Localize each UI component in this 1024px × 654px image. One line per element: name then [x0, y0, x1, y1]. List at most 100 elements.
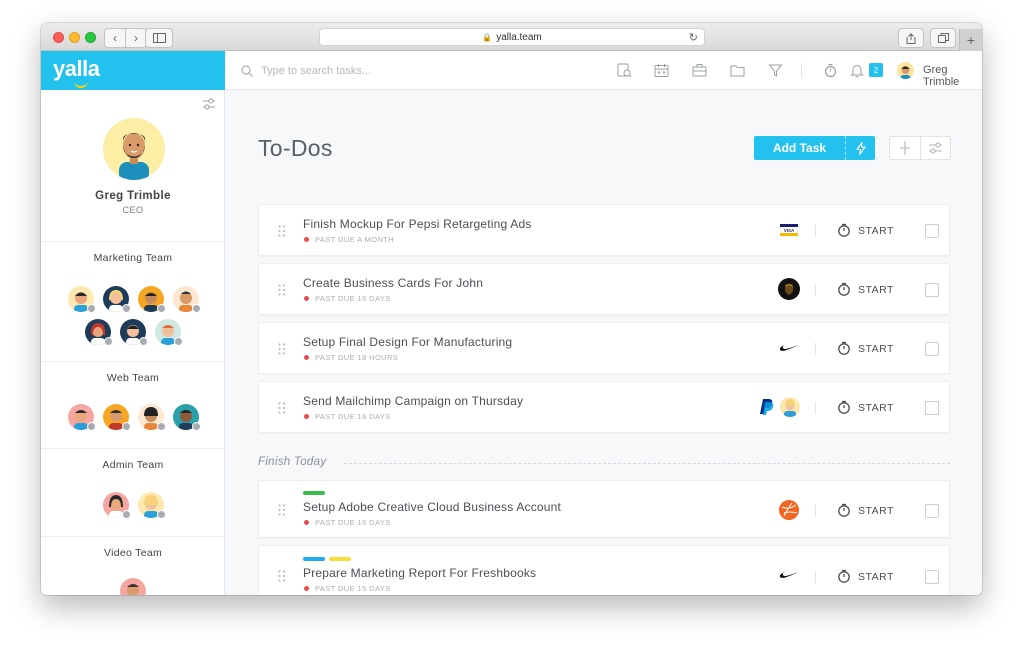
briefcase-icon[interactable]	[692, 63, 707, 83]
start-timer-button[interactable]: START	[858, 571, 894, 583]
start-timer-button[interactable]: START	[858, 505, 894, 517]
member-avatar[interactable]	[155, 319, 183, 346]
task-row[interactable]: Send Mailchimp Campaign on Thursday PAST…	[258, 381, 950, 433]
task-title[interactable]: Create Business Cards For John	[303, 276, 483, 290]
team-admin: Admin Team	[41, 448, 225, 537]
due-text: PAST DUE A MONTH	[315, 235, 395, 244]
lightning-icon[interactable]	[847, 141, 875, 155]
member-avatar[interactable]	[173, 404, 201, 431]
task-checkbox[interactable]	[925, 342, 939, 356]
member-avatar[interactable]	[103, 286, 131, 313]
team-name[interactable]: Marketing Team	[41, 252, 225, 264]
task-checkbox[interactable]	[925, 504, 939, 518]
bell-icon[interactable]	[849, 63, 865, 83]
overdue-dot-icon	[304, 520, 309, 525]
tag-green[interactable]	[303, 491, 325, 495]
sidebar-toggle-icon[interactable]	[145, 28, 173, 48]
task-row[interactable]: Create Business Cards For John PAST DUE …	[258, 263, 950, 315]
task-title[interactable]: Prepare Marketing Report For Freshbooks	[303, 566, 536, 580]
task-title[interactable]: Setup Final Design For Manufacturing	[303, 335, 512, 349]
member-avatar[interactable]	[120, 319, 148, 346]
assignee-avatar[interactable]	[780, 397, 800, 417]
search-input[interactable]	[259, 61, 463, 81]
tabs-overview-icon[interactable]	[930, 28, 956, 48]
member-avatar[interactable]	[103, 404, 131, 431]
drag-handle-icon[interactable]	[278, 343, 286, 355]
browser-titlebar: ‹ › 🔒 yalla.team ↻ +	[41, 23, 982, 51]
drag-handle-icon[interactable]	[278, 570, 286, 582]
minimize-window-button[interactable]	[69, 32, 80, 43]
member-avatar[interactable]	[173, 286, 201, 313]
search-tasks-icon[interactable]	[617, 63, 632, 83]
member-avatar[interactable]	[138, 492, 166, 519]
sliders-icon[interactable]	[919, 137, 951, 159]
calendar-icon[interactable]	[654, 63, 669, 83]
forward-icon[interactable]: ›	[125, 29, 146, 47]
task-row[interactable]: Prepare Marketing Report For Freshbooks …	[258, 545, 950, 595]
task-title[interactable]: Finish Mockup For Pepsi Retargeting Ads	[303, 217, 532, 231]
member-avatar[interactable]	[103, 492, 131, 519]
drag-handle-icon[interactable]	[278, 225, 286, 237]
start-timer-button[interactable]: START	[858, 225, 894, 237]
stopwatch-icon[interactable]	[837, 282, 851, 297]
team-name[interactable]: Video Team	[41, 547, 225, 559]
start-timer-button[interactable]: START	[858, 284, 894, 296]
task-title[interactable]: Send Mailchimp Campaign on Thursday	[303, 394, 523, 408]
member-avatar[interactable]	[68, 404, 96, 431]
task-checkbox[interactable]	[925, 283, 939, 297]
stopwatch-icon[interactable]	[837, 400, 851, 415]
share-icon[interactable]	[898, 28, 924, 48]
stopwatch-icon[interactable]	[837, 569, 851, 584]
close-window-button[interactable]	[53, 32, 64, 43]
tag-yellow[interactable]	[329, 557, 351, 561]
user-name[interactable]: Greg Trimble	[923, 64, 982, 88]
member-avatar[interactable]	[68, 286, 96, 313]
user-avatar[interactable]	[897, 62, 914, 79]
stopwatch-icon[interactable]	[823, 63, 838, 83]
zoom-window-button[interactable]	[85, 32, 96, 43]
task-checkbox[interactable]	[925, 224, 939, 238]
filter-icon[interactable]	[768, 63, 783, 83]
stopwatch-icon[interactable]	[837, 341, 851, 356]
member-avatar[interactable]	[120, 578, 146, 595]
url-text: yalla.team	[496, 31, 542, 43]
start-timer-button[interactable]: START	[858, 343, 894, 355]
notification-badge[interactable]: 2	[869, 63, 883, 77]
folder-icon[interactable]	[730, 63, 745, 83]
task-row[interactable]: Finish Mockup For Pepsi Retargeting Ads …	[258, 204, 950, 256]
address-bar[interactable]: 🔒 yalla.team ↻	[319, 28, 705, 46]
new-tab-icon[interactable]: +	[959, 29, 982, 51]
stopwatch-icon[interactable]	[837, 223, 851, 238]
app-logo[interactable]: yalla	[41, 51, 225, 90]
team-name[interactable]: Admin Team	[41, 459, 225, 471]
profile-avatar[interactable]	[103, 118, 165, 180]
drag-handle-icon[interactable]	[278, 284, 286, 296]
drag-handle-icon[interactable]	[278, 504, 286, 516]
start-timer-button[interactable]: START	[858, 402, 894, 414]
divider	[815, 571, 816, 583]
back-icon[interactable]: ‹	[105, 29, 125, 47]
team-name[interactable]: Web Team	[41, 372, 225, 384]
visa-logo-icon: VISA	[778, 219, 800, 241]
logo-smile-icon	[74, 81, 88, 88]
task-due: PAST DUE 15 DAYS	[304, 584, 391, 593]
expand-icon[interactable]	[890, 137, 920, 159]
reload-icon[interactable]: ↻	[689, 31, 698, 44]
add-task-button[interactable]: Add Task	[754, 136, 875, 160]
overdue-dot-icon	[304, 296, 309, 301]
sliders-icon[interactable]	[203, 97, 215, 115]
member-avatar[interactable]	[138, 286, 166, 313]
nike-logo-icon	[778, 564, 800, 586]
task-checkbox[interactable]	[925, 401, 939, 415]
task-title[interactable]: Setup Adobe Creative Cloud Business Acco…	[303, 500, 561, 514]
member-avatar[interactable]	[138, 404, 166, 431]
tag-blue[interactable]	[303, 557, 325, 561]
drag-handle-icon[interactable]	[278, 402, 286, 414]
task-row[interactable]: Setup Final Design For Manufacturing PAS…	[258, 322, 950, 374]
task-row[interactable]: Setup Adobe Creative Cloud Business Acco…	[258, 480, 950, 538]
member-avatar[interactable]	[85, 319, 113, 346]
stopwatch-icon[interactable]	[837, 503, 851, 518]
overdue-dot-icon	[304, 586, 309, 591]
task-checkbox[interactable]	[925, 570, 939, 584]
page-title: To-Dos	[258, 135, 333, 161]
